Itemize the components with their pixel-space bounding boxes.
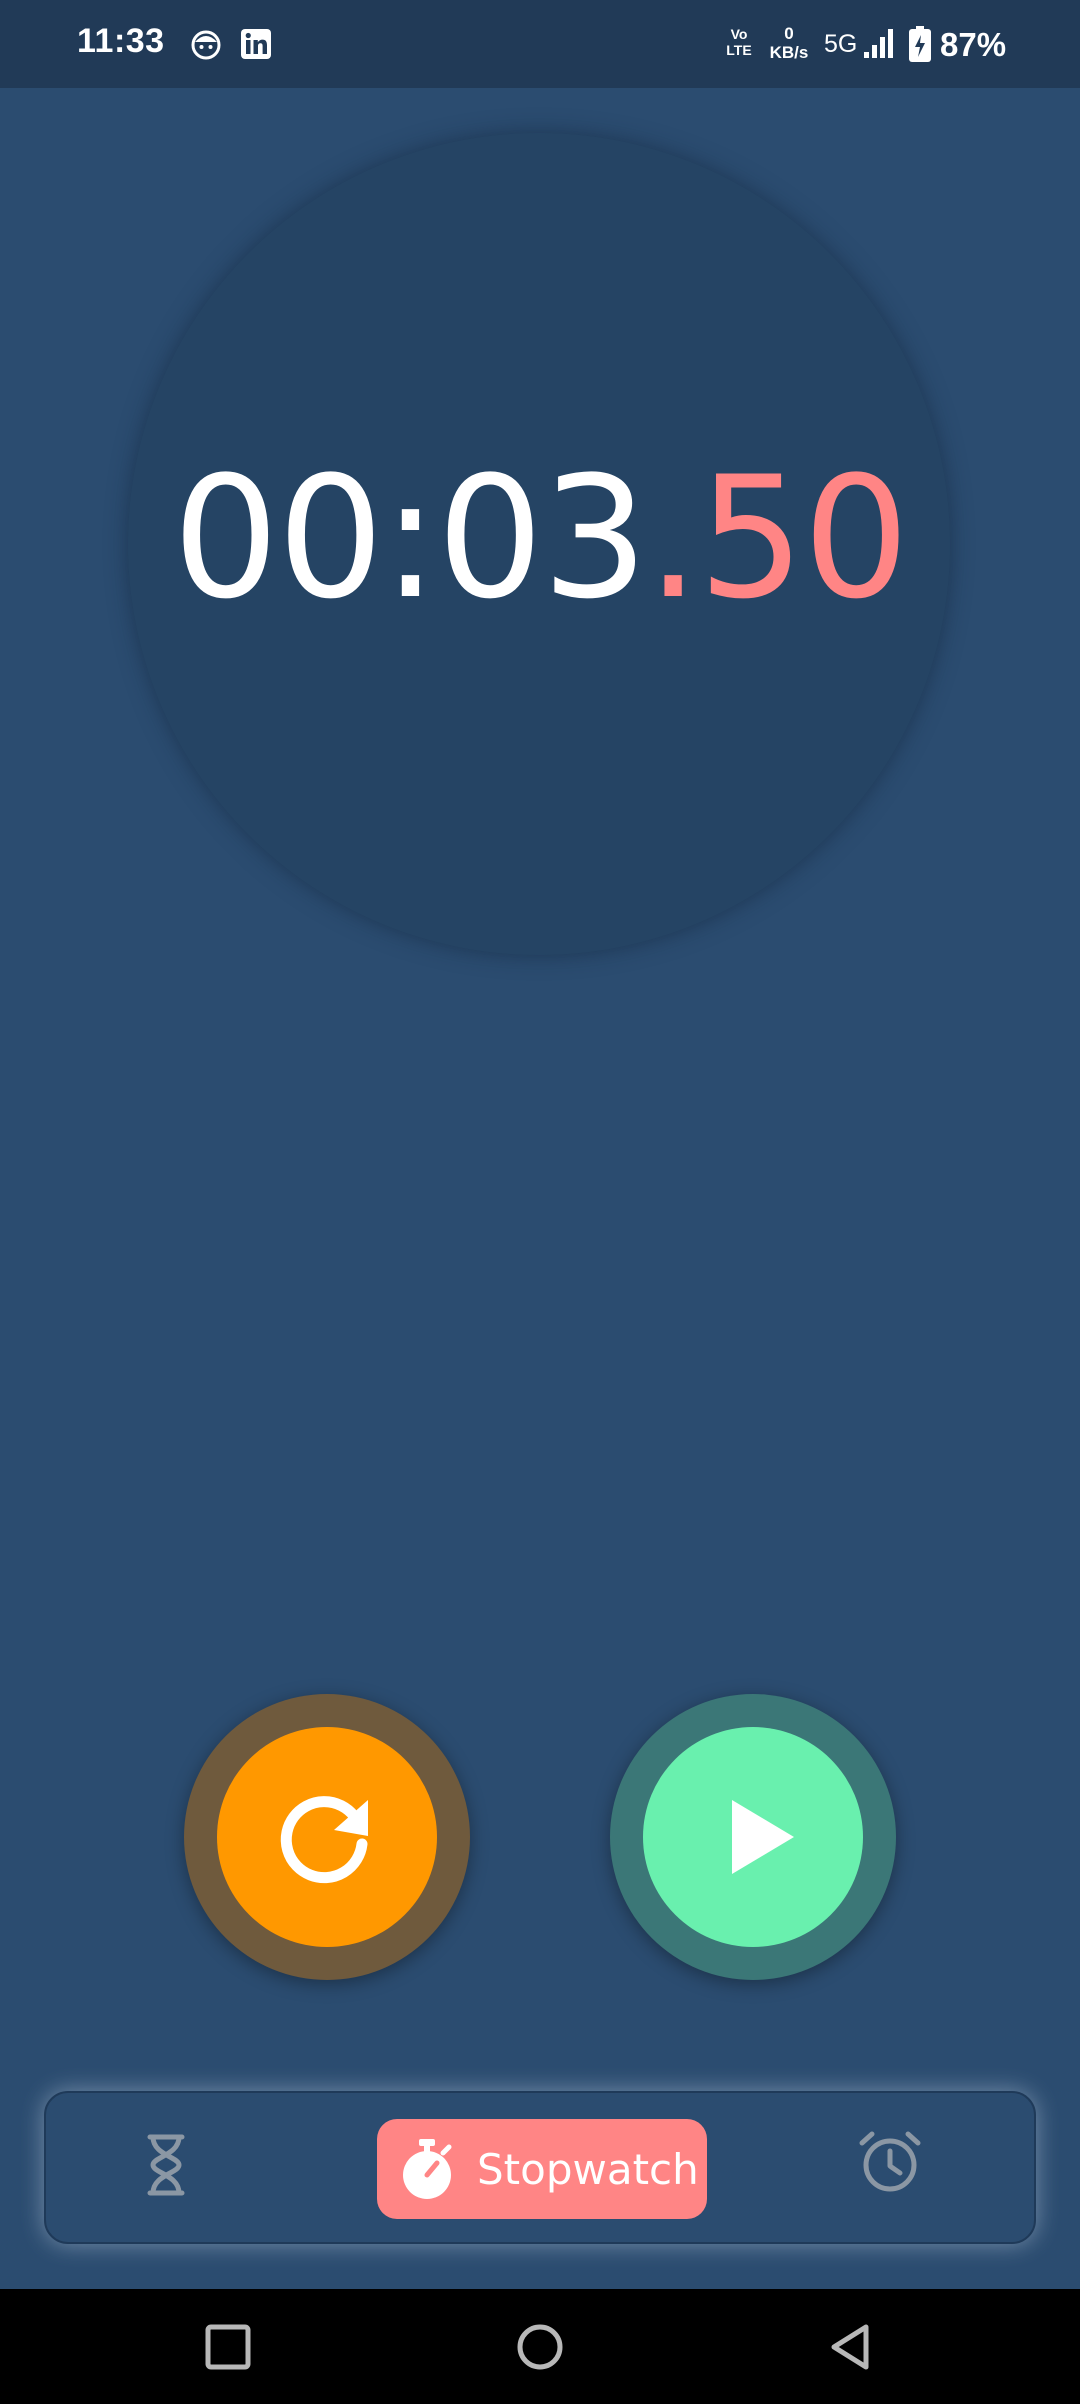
- stopwatch-time-display: 00:03.50: [0, 438, 1080, 638]
- play-button-face[interactable]: [643, 1727, 863, 1947]
- net-speed-value: 0: [784, 24, 794, 43]
- recents-icon[interactable]: [200, 2319, 256, 2375]
- home-icon[interactable]: [512, 2319, 568, 2375]
- nav-item-stopwatch[interactable]: Stopwatch: [377, 2119, 707, 2219]
- signal-icon: [862, 28, 898, 60]
- volte-bottom: LTE: [726, 42, 752, 58]
- net-speed: 0 KB/s: [766, 24, 812, 62]
- reset-icon: [280, 1796, 368, 1884]
- nav-item-alarm[interactable]: [858, 2129, 922, 2195]
- nav-item-timer[interactable]: [146, 2133, 186, 2197]
- net-speed-unit: KB/s: [769, 43, 809, 62]
- network-type: 5G: [824, 30, 858, 58]
- status-bar: 11:33 Vo LTE 0 KB/s 5G 87%: [0, 0, 1080, 88]
- reset-button[interactable]: [184, 1694, 470, 1980]
- hourglass-icon: [147, 2134, 185, 2196]
- alarm-clock-icon: [859, 2131, 921, 2192]
- stopwatch-icon: [403, 2139, 452, 2199]
- reset-button-face[interactable]: [217, 1727, 437, 1947]
- linkedin-icon: [240, 28, 272, 60]
- system-navigation-bar: [0, 2289, 1080, 2404]
- face-notification-icon: [190, 28, 222, 60]
- status-time: 11:33: [77, 22, 165, 60]
- play-button[interactable]: [610, 1694, 896, 1980]
- back-icon[interactable]: [822, 2319, 878, 2375]
- stopwatch-time-fraction: .50: [646, 440, 909, 636]
- volte-top: Vo: [730, 26, 748, 42]
- nav-item-stopwatch-label: Stopwatch: [477, 2144, 699, 2194]
- stopwatch-time-main: 00:03: [172, 440, 648, 636]
- bottom-navigation: Stopwatch: [44, 2091, 1036, 2244]
- battery-percent: 87%: [940, 26, 1007, 63]
- battery-charging-icon: [908, 26, 932, 62]
- play-icon: [732, 1800, 794, 1874]
- volte-indicator: Vo LTE: [723, 26, 755, 58]
